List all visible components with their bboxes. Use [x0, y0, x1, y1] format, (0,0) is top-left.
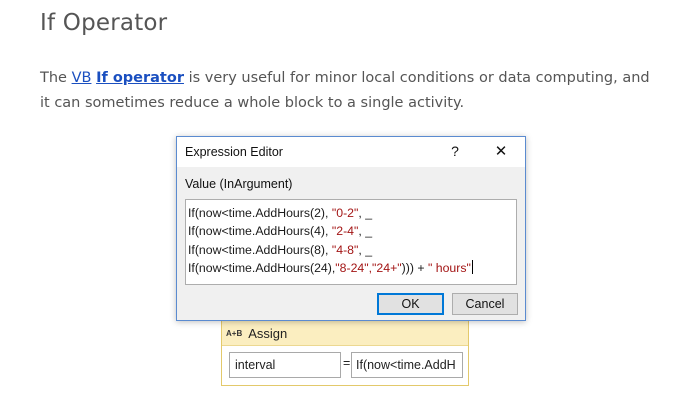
help-button[interactable]: ? [449, 143, 461, 159]
dialog-title: Expression Editor [185, 145, 283, 159]
assign-activity[interactable]: A+B Assign interval = If(now<time.AddH [221, 320, 469, 386]
close-button[interactable]: ✕ [494, 142, 508, 160]
value-label: Value (InArgument) [185, 177, 293, 191]
assign-to-field[interactable]: interval [229, 352, 341, 378]
code-line: If(now<time.AddHours(8), "4-8", _ [188, 242, 373, 257]
article-title: If Operator [40, 10, 168, 36]
code-line: If(now<time.AddHours(24),"8-24","24+")))… [188, 260, 473, 276]
if-operator-link[interactable]: If operator [96, 70, 184, 86]
text-caret [471, 260, 473, 275]
assign-header: A+B Assign [222, 321, 468, 346]
ok-button[interactable]: OK [377, 293, 444, 315]
article-paragraph: The VB If operator is very useful for mi… [40, 66, 660, 116]
code-line: If(now<time.AddHours(2), "0-2", _ [188, 206, 373, 220]
assign-label: Assign [248, 325, 288, 341]
expression-editor-dialog: Expression Editor ? ✕ Value (InArgument)… [176, 136, 526, 321]
vb-link[interactable]: VB [72, 70, 92, 86]
code-line: If(now<time.AddHours(4), "2-4", _ [188, 224, 373, 239]
assign-value-field[interactable]: If(now<time.AddH [351, 352, 463, 378]
assign-icon: A+B [226, 329, 243, 338]
assign-equals-sign: = [343, 356, 351, 370]
paragraph-prefix: The [40, 70, 72, 86]
cancel-button[interactable]: Cancel [452, 293, 518, 315]
expression-textbox[interactable]: If(now<time.AddHours(2), "0-2", _ If(now… [185, 199, 517, 285]
dialog-body: Value (InArgument) If(now<time.AddHours(… [177, 167, 525, 320]
